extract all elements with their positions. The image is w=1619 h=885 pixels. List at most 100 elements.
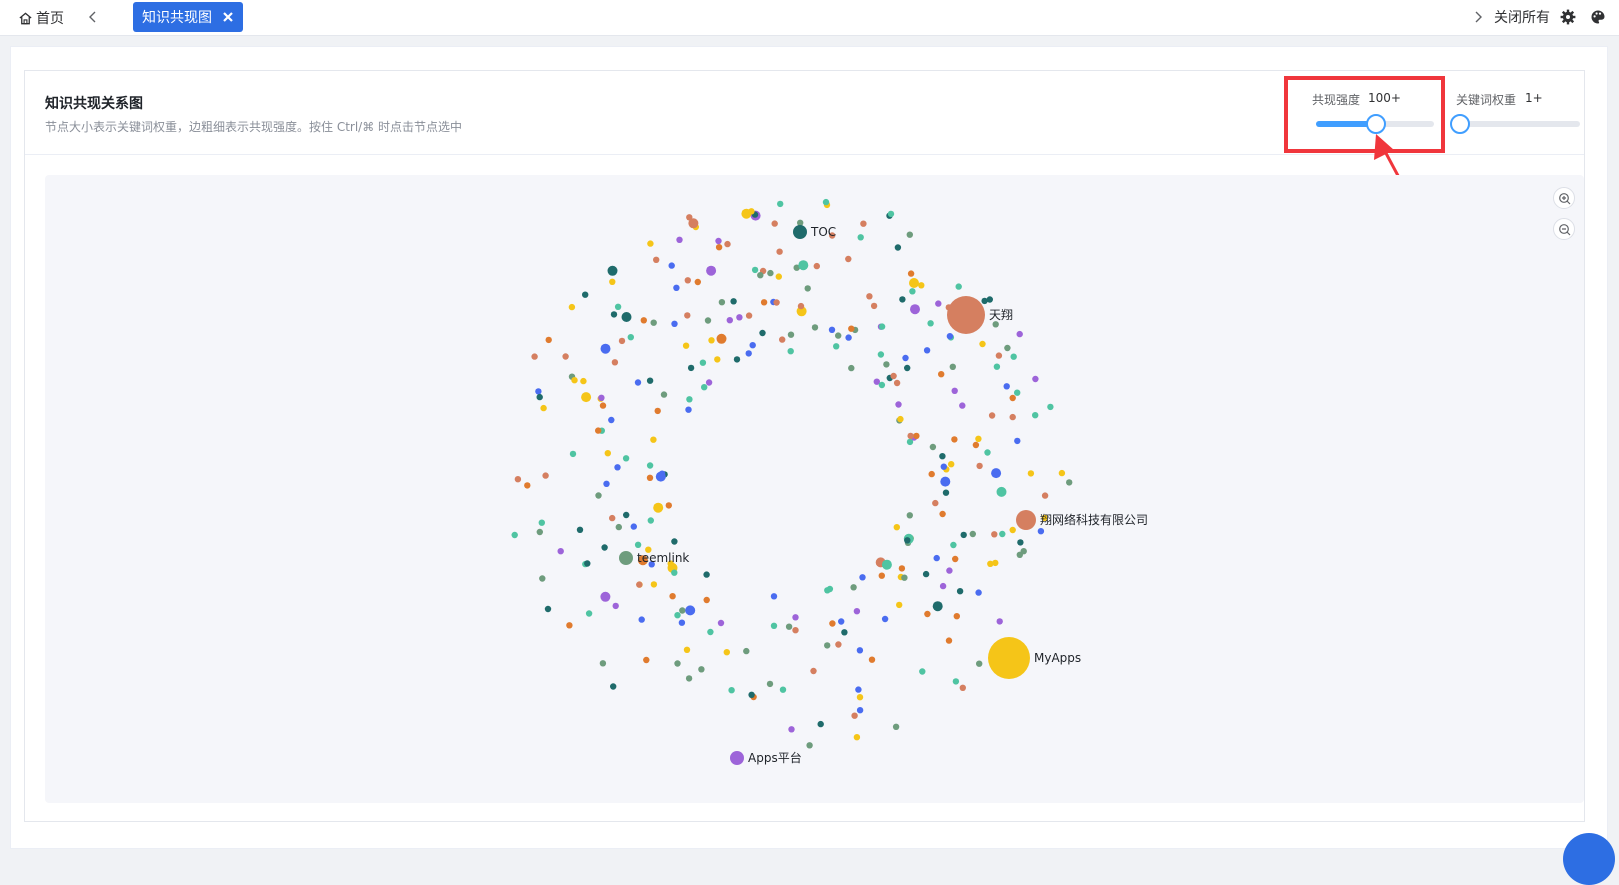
- graph-node[interactable]: [766, 680, 774, 688]
- graph-node[interactable]: [906, 512, 913, 519]
- graph-node[interactable]: [952, 678, 960, 685]
- graph-node[interactable]: [866, 293, 873, 300]
- graph-node[interactable]: [607, 265, 618, 276]
- graph-node[interactable]: [932, 499, 939, 507]
- graph-node[interactable]: [822, 198, 830, 206]
- graph-node[interactable]: [835, 332, 842, 339]
- graph-node[interactable]: [856, 707, 864, 714]
- graph-node[interactable]: [855, 686, 862, 693]
- graph-node[interactable]: [824, 587, 831, 594]
- graph-node[interactable]: [671, 569, 678, 576]
- graph-node[interactable]: [1032, 375, 1039, 383]
- graph-node[interactable]: [1047, 403, 1054, 411]
- graph-node[interactable]: [608, 416, 615, 424]
- graph-node[interactable]: [995, 352, 1003, 359]
- graph-node[interactable]: [748, 208, 755, 215]
- graph-node[interactable]: [776, 248, 783, 255]
- graph-node[interactable]: [851, 712, 858, 719]
- graph-node[interactable]: [668, 262, 675, 269]
- graph-node[interactable]: [685, 605, 696, 616]
- graph-node[interactable]: [976, 660, 983, 667]
- graph-node[interactable]: [878, 381, 886, 389]
- graph-node[interactable]: [511, 531, 518, 539]
- graph-node[interactable]: [939, 510, 946, 518]
- graph-node[interactable]: [614, 303, 622, 310]
- graph-node[interactable]: [953, 613, 960, 620]
- graph-node[interactable]: [1066, 479, 1073, 486]
- graph-node[interactable]: [881, 615, 889, 623]
- graph-node[interactable]: [609, 514, 616, 522]
- graph-node[interactable]: [975, 589, 982, 596]
- close-all-button[interactable]: 关闭所有: [1494, 7, 1550, 27]
- graph-node[interactable]: [757, 272, 764, 279]
- graph-node[interactable]: [850, 584, 857, 591]
- graph-node[interactable]: [611, 359, 619, 366]
- graph-node[interactable]: [646, 462, 654, 469]
- graph-node[interactable]: [817, 720, 824, 728]
- graph-node[interactable]: [853, 608, 861, 615]
- graph-node[interactable]: [992, 321, 999, 328]
- graph-node[interactable]: [923, 347, 931, 354]
- graph-node[interactable]: [1003, 383, 1010, 390]
- graph-node[interactable]: [647, 240, 654, 247]
- graph-node[interactable]: [779, 686, 787, 693]
- graph-node[interactable]: [704, 317, 712, 324]
- graph-node[interactable]: [524, 482, 531, 489]
- graph-node[interactable]: [674, 612, 681, 619]
- graph-node[interactable]: [1009, 413, 1016, 421]
- graph-node[interactable]: [1037, 528, 1045, 535]
- graph-node[interactable]: [701, 384, 708, 391]
- graph-node[interactable]: [991, 468, 1002, 479]
- graph-node[interactable]: [841, 629, 848, 636]
- graph-node[interactable]: [1017, 539, 1024, 546]
- graph-node[interactable]: [733, 356, 741, 363]
- graph-node[interactable]: [723, 649, 730, 656]
- graph-node[interactable]: [909, 278, 919, 288]
- graph-node[interactable]: [569, 450, 577, 458]
- graph-node[interactable]: [703, 571, 710, 578]
- graph-node[interactable]: [685, 675, 693, 682]
- zoom-out-button[interactable]: [1553, 218, 1575, 240]
- chevron-left-icon[interactable]: [86, 8, 100, 26]
- graph-node[interactable]: [981, 297, 988, 305]
- graph-node[interactable]: [728, 687, 735, 694]
- graph-node[interactable]: [671, 538, 678, 545]
- graph-node[interactable]: [929, 443, 937, 451]
- zoom-in-button[interactable]: [1553, 187, 1575, 209]
- graph-node[interactable]: [1016, 551, 1023, 558]
- graph-node[interactable]: [708, 337, 715, 344]
- graph-node[interactable]: [580, 377, 587, 385]
- graph-node[interactable]: [975, 435, 982, 442]
- graph-node[interactable]: [906, 231, 913, 238]
- graph-node[interactable]: [792, 614, 799, 621]
- graph-node[interactable]: [788, 726, 795, 733]
- graph-node[interactable]: [775, 273, 782, 280]
- graph-node[interactable]: [910, 304, 920, 315]
- graph-node[interactable]: [991, 531, 998, 538]
- graph-node[interactable]: [674, 660, 681, 667]
- graph-node[interactable]: [948, 461, 955, 468]
- graph-node[interactable]: [942, 489, 950, 496]
- graph-node[interactable]: [650, 581, 658, 588]
- graph-node[interactable]: [703, 596, 710, 604]
- graph-node[interactable]: [557, 548, 564, 555]
- graph-node[interactable]: [679, 607, 686, 614]
- graph-node[interactable]: [604, 450, 611, 457]
- graph-node[interactable]: [671, 320, 678, 327]
- graph-node[interactable]: [678, 619, 686, 626]
- graph-node[interactable]: [684, 312, 691, 319]
- graph-node[interactable]: [798, 260, 809, 271]
- graph-node[interactable]: [581, 392, 592, 403]
- graph-node[interactable]: [643, 656, 650, 664]
- graph-node[interactable]: [630, 523, 637, 530]
- graph-node[interactable]: [904, 364, 911, 372]
- graph-node-2[interactable]: [1016, 510, 1036, 530]
- graph-node[interactable]: [792, 627, 799, 634]
- graph-node[interactable]: [845, 334, 852, 341]
- graph-node[interactable]: [655, 471, 666, 482]
- graph-node[interactable]: [614, 464, 621, 471]
- graph-node[interactable]: [618, 337, 626, 345]
- graph-node[interactable]: [877, 351, 885, 358]
- graph-node[interactable]: [806, 742, 813, 749]
- graph-node[interactable]: [901, 574, 908, 581]
